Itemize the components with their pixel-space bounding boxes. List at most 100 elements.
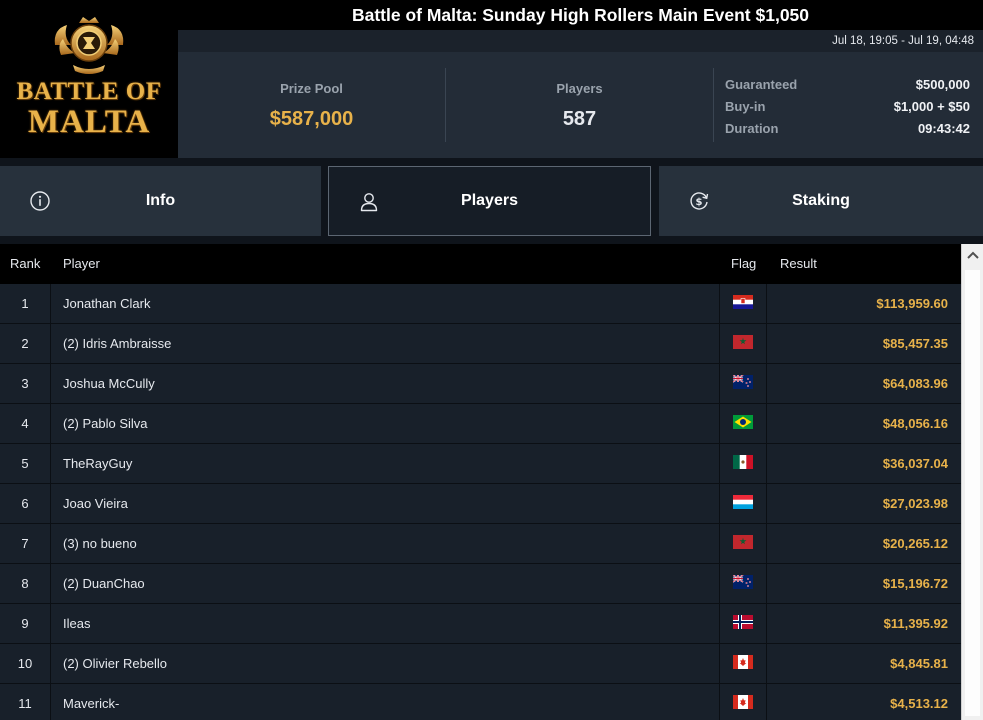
table-row[interactable]: 10 (2) Olivier Rebello $4,845.81 [0, 644, 961, 684]
player-name[interactable]: Joao Vieira [63, 484, 128, 523]
rank-cell: 5 [0, 444, 51, 483]
flag-cell [719, 484, 767, 523]
title-bar: Battle of Malta: Sunday High Rollers Mai… [178, 0, 983, 30]
new-zealand-flag-icon [733, 575, 753, 589]
table-row[interactable]: 5 TheRayGuy $36,037.04 [0, 444, 961, 484]
tab-players-label: Players [461, 192, 518, 209]
player-name[interactable]: Ileas [63, 604, 90, 643]
flag-cell [719, 444, 767, 483]
players-stat: Players 587 [446, 52, 713, 158]
player-name[interactable]: (2) DuanChao [63, 564, 145, 603]
result-cell: $11,395.92 [883, 616, 948, 631]
vertical-scrollbar[interactable] [961, 244, 983, 720]
mexico-flag-icon [733, 455, 753, 469]
result-cell: $15,196.72 [882, 576, 948, 591]
table-row[interactable]: 7 (3) no bueno $20,265.12 [0, 524, 961, 564]
result-cell: $64,083.96 [882, 376, 948, 391]
info-icon [30, 191, 50, 211]
tab-info[interactable]: Info [0, 166, 321, 236]
player-header[interactable]: Player [63, 244, 100, 284]
scroll-up-button[interactable] [962, 244, 983, 266]
result-cell: $4,845.81 [890, 656, 948, 671]
rank-cell: 6 [0, 484, 51, 523]
tab-players[interactable]: Players [328, 166, 651, 236]
guaranteed-value: $500,000 [915, 77, 970, 92]
dollar-refresh-icon: $ [690, 192, 709, 210]
brazil-flag-icon [733, 415, 753, 429]
scroll-thumb[interactable] [965, 270, 980, 716]
flag-cell [719, 524, 767, 563]
player-name[interactable]: Jonathan Clark [63, 284, 150, 323]
player-name[interactable]: (2) Olivier Rebello [63, 644, 167, 683]
new-zealand-flag-icon [733, 375, 753, 389]
player-name[interactable]: Maverick- [63, 684, 119, 720]
buyin-value: $1,000 + $50 [893, 99, 970, 114]
flag-cell [719, 644, 767, 683]
tournament-window: BATTLE OF MALTA Battle of Malta: Sunday … [0, 0, 983, 720]
canada-flag-icon [733, 655, 753, 669]
crest-emblem-icon [54, 17, 124, 74]
table-row[interactable]: 11 Maverick- $4,513.12 [0, 684, 961, 720]
table-row[interactable]: 9 Ileas $11,395.92 [0, 604, 961, 644]
result-header[interactable]: Result [780, 244, 817, 284]
player-name[interactable]: Joshua McCully [63, 364, 155, 403]
prize-pool-label: Prize Pool [280, 81, 343, 96]
rank-cell: 7 [0, 524, 51, 563]
result-cell: $48,056.16 [882, 416, 948, 431]
luxembourg-flag-icon [733, 495, 753, 509]
rank-cell: 1 [0, 284, 51, 323]
players-value: 587 [562, 108, 597, 130]
logo-wordmark: BATTLE OF MALTA [16, 79, 161, 139]
player-name[interactable]: (2) Pablo Silva [63, 404, 148, 443]
table-row[interactable]: 4 (2) Pablo Silva $48,056.16 [0, 404, 961, 444]
table-header: Rank Player Flag Result [0, 244, 961, 284]
tab-staking[interactable]: $ Staking [659, 166, 983, 236]
player-name[interactable]: TheRayGuy [63, 444, 132, 483]
duration-label: Duration [725, 121, 779, 136]
flag-cell [719, 564, 767, 603]
tournament-details: Guaranteed $500,000 Buy-in $1,000 + $50 … [725, 74, 970, 140]
rank-header[interactable]: Rank [10, 244, 40, 284]
flag-header[interactable]: Flag [731, 244, 756, 284]
rank-cell: 11 [0, 684, 51, 720]
logo-line2: MALTA [27, 104, 151, 140]
table-row[interactable]: 1 Jonathan Clark $113,959.60 [0, 284, 961, 324]
svg-text:$: $ [696, 197, 703, 208]
user-icon [360, 193, 378, 212]
table-row[interactable]: 2 (2) Idris Ambraisse $85,457.35 [0, 324, 961, 364]
duration-row: Duration 09:43:42 [725, 118, 970, 140]
guaranteed-row: Guaranteed $500,000 [725, 74, 970, 96]
prize-pool-stat: Prize Pool $587,000 [178, 52, 445, 158]
battle-of-malta-logo: BATTLE OF MALTA [0, 0, 178, 158]
norway-flag-icon [733, 615, 753, 629]
duration-value: 09:43:42 [917, 121, 970, 136]
flag-cell [719, 604, 767, 643]
canada-flag-icon [733, 695, 753, 709]
player-name[interactable]: (2) Idris Ambraisse [63, 324, 171, 363]
morocco-flag-icon [733, 335, 753, 349]
buyin-row: Buy-in $1,000 + $50 [725, 96, 970, 118]
buyin-label: Buy-in [725, 99, 766, 114]
table-row[interactable]: 8 (2) DuanChao $15,196.72 [0, 564, 961, 604]
flag-cell [719, 404, 767, 443]
flag-cell [719, 324, 767, 363]
logo-line1: BATTLE OF [16, 78, 162, 105]
rank-cell: 8 [0, 564, 51, 603]
tournament-title: Battle of Malta: Sunday High Rollers Mai… [351, 4, 810, 25]
guaranteed-label: Guaranteed [725, 77, 798, 92]
stats-panel: Prize Pool $587,000 Players 587 Guarante… [178, 52, 983, 158]
result-cell: $36,037.04 [882, 456, 948, 471]
divider [713, 68, 714, 142]
players-label: Players [556, 81, 603, 96]
result-cell: $85,457.35 [882, 336, 948, 351]
tab-info-label: Info [145, 192, 176, 209]
table-row[interactable]: 6 Joao Vieira $27,023.98 [0, 484, 961, 524]
croatia-flag-icon [733, 295, 753, 309]
flag-cell [719, 284, 767, 323]
result-cell: $20,265.12 [882, 536, 948, 551]
prize-pool-value: $587,000 [269, 108, 354, 130]
player-name[interactable]: (3) no bueno [63, 524, 137, 563]
flag-cell [719, 684, 767, 720]
tab-bar: Info Players $ Staking [0, 158, 983, 244]
table-row[interactable]: 3 Joshua McCully $64,083.96 [0, 364, 961, 404]
